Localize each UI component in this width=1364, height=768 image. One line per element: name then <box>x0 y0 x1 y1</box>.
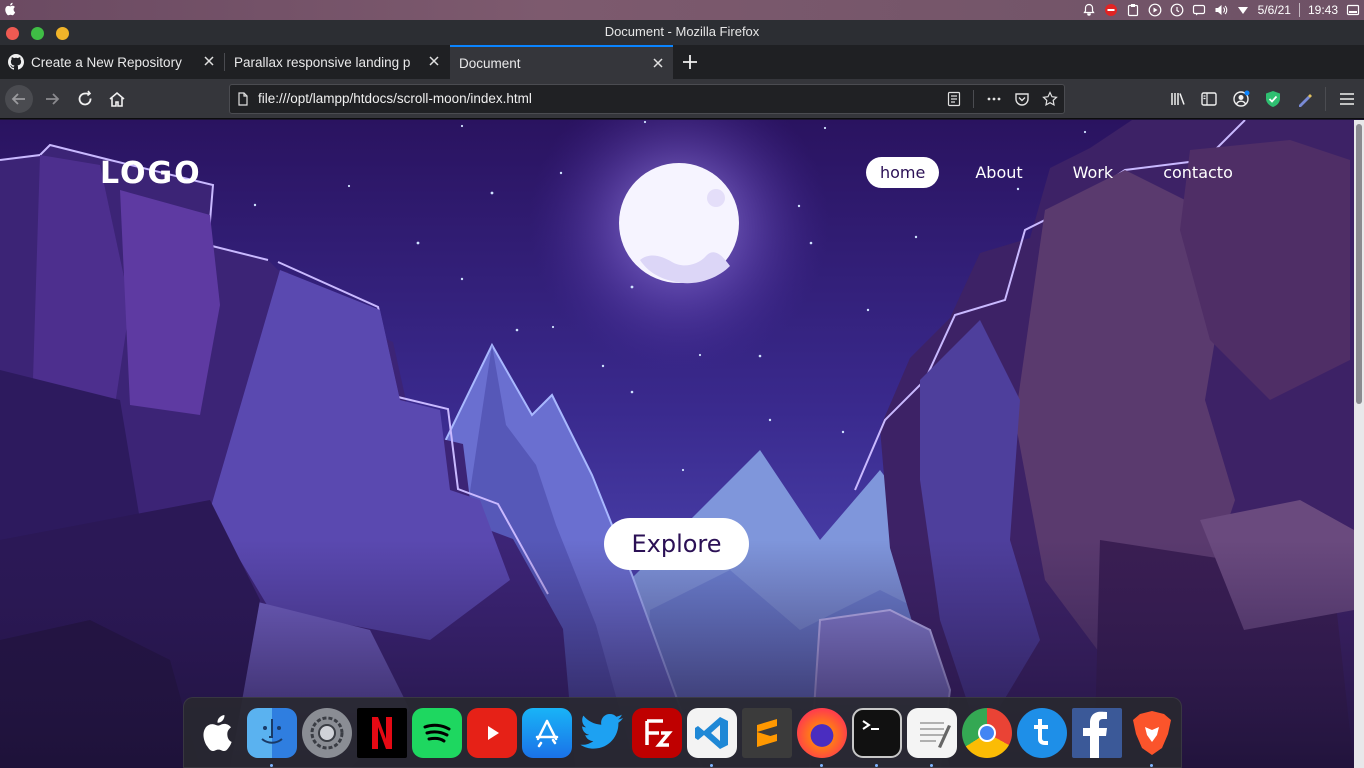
close-tab-icon[interactable] <box>202 54 216 68</box>
time-label[interactable]: 19:43 <box>1308 3 1338 17</box>
reader-view-icon[interactable] <box>946 91 962 107</box>
clipboard-icon[interactable] <box>1126 3 1140 17</box>
finder-icon[interactable] <box>247 708 297 758</box>
system-menu-bar: 5/6/21 19:43 <box>0 0 1364 20</box>
running-indicator <box>270 764 273 767</box>
reload-button[interactable] <box>71 85 99 113</box>
firefox-icon[interactable] <box>797 708 847 758</box>
sidebar-icon[interactable] <box>1200 90 1218 108</box>
notifications-icon[interactable] <box>1082 3 1096 17</box>
alert-icon[interactable] <box>1104 3 1118 17</box>
hamburger-menu-icon[interactable] <box>1338 90 1356 108</box>
close-tab-icon[interactable] <box>651 56 665 70</box>
scrollbar-thumb[interactable] <box>1356 124 1362 404</box>
show-desktop-icon[interactable] <box>1346 3 1360 17</box>
running-indicator <box>930 764 933 767</box>
site-navigation: home About Work contacto <box>866 157 1269 188</box>
vscode-icon[interactable] <box>687 708 737 758</box>
page-scrollbar[interactable] <box>1354 120 1364 768</box>
back-button[interactable] <box>5 85 33 113</box>
running-indicator <box>1150 764 1153 767</box>
apple-menu-icon[interactable] <box>4 2 16 16</box>
nav-link-about[interactable]: About <box>961 157 1036 188</box>
forward-button[interactable] <box>38 85 66 113</box>
color-picker-icon[interactable] <box>1296 90 1314 108</box>
updates-icon[interactable] <box>1170 3 1184 17</box>
date-label[interactable]: 5/6/21 <box>1258 3 1291 17</box>
youtube-icon[interactable] <box>467 708 517 758</box>
window-title-bar[interactable]: Document - Mozilla Firefox <box>0 20 1364 45</box>
reload-icon <box>78 90 92 106</box>
running-indicator <box>710 764 713 767</box>
system-preferences-icon[interactable] <box>302 708 352 758</box>
navigation-toolbar: file:///opt/lampp/htdocs/scroll-moon/ind… <box>0 79 1364 119</box>
network-icon[interactable] <box>1236 3 1250 17</box>
home-button[interactable] <box>103 85 131 113</box>
nav-link-work[interactable]: Work <box>1059 157 1128 188</box>
tray-divider <box>1298 3 1300 17</box>
media-play-icon[interactable] <box>1148 3 1162 17</box>
urlbar-divider <box>973 90 974 108</box>
chrome-icon[interactable] <box>962 708 1012 758</box>
home-icon <box>109 91 125 107</box>
apple-icon[interactable] <box>192 708 242 758</box>
forward-arrow-icon <box>46 93 60 105</box>
facebook-icon[interactable] <box>1072 708 1122 758</box>
filezilla-icon[interactable] <box>632 708 682 758</box>
sublime-text-icon[interactable] <box>742 708 792 758</box>
page-icon <box>238 92 248 106</box>
tab-label: Create a New Repository <box>31 54 182 70</box>
nav-link-home[interactable]: home <box>866 157 940 188</box>
terminal-icon[interactable] <box>852 708 902 758</box>
bookmark-star-icon[interactable] <box>1042 91 1058 107</box>
tab-document[interactable]: Document <box>450 45 673 79</box>
url-bar[interactable]: file:///opt/lampp/htdocs/scroll-moon/ind… <box>229 84 1065 114</box>
tab-strip: Create a New Repository Parallax respons… <box>0 45 1364 79</box>
explore-button[interactable]: Explore <box>604 518 749 570</box>
site-logo[interactable]: LOGO <box>100 156 202 191</box>
tab-label: Document <box>459 55 521 71</box>
account-icon[interactable] <box>1232 90 1250 108</box>
status-tray: 5/6/21 19:43 <box>1082 0 1360 20</box>
left-cliff-face <box>120 190 220 415</box>
volume-icon[interactable] <box>1214 3 1228 17</box>
moon-crater <box>707 189 725 207</box>
text-editor-icon[interactable] <box>907 708 957 758</box>
page-viewport[interactable]: LOGO home About Work contacto Explore <box>0 120 1354 768</box>
tab-parallax-landing[interactable]: Parallax responsive landing p <box>225 45 449 79</box>
nav-link-contacto[interactable]: contacto <box>1149 157 1247 188</box>
mail-icon[interactable] <box>1017 708 1067 758</box>
github-icon <box>8 54 24 70</box>
application-dock <box>183 697 1182 768</box>
chat-icon[interactable] <box>1192 3 1206 17</box>
running-indicator <box>875 764 878 767</box>
parallax-background-illustration <box>0 120 1354 768</box>
brave-icon[interactable] <box>1127 708 1177 758</box>
spotify-icon[interactable] <box>412 708 462 758</box>
running-indicator <box>820 764 823 767</box>
app-store-icon[interactable] <box>522 708 572 758</box>
close-tab-icon[interactable] <box>427 54 441 68</box>
more-actions-icon[interactable] <box>986 91 1002 107</box>
tab-create-repository[interactable]: Create a New Repository <box>0 45 224 79</box>
netflix-icon[interactable] <box>357 708 407 758</box>
toolbar-divider <box>1325 87 1326 111</box>
window-title: Document - Mozilla Firefox <box>604 24 760 39</box>
library-icon[interactable] <box>1169 90 1187 108</box>
back-arrow-icon <box>11 93 25 105</box>
url-text[interactable]: file:///opt/lampp/htdocs/scroll-moon/ind… <box>258 91 532 106</box>
twitter-icon[interactable] <box>577 708 627 758</box>
tab-label: Parallax responsive landing p <box>234 54 411 70</box>
pocket-icon[interactable] <box>1014 91 1030 107</box>
new-tab-plus-icon[interactable] <box>680 52 700 72</box>
adblock-shield-icon[interactable] <box>1264 90 1282 108</box>
